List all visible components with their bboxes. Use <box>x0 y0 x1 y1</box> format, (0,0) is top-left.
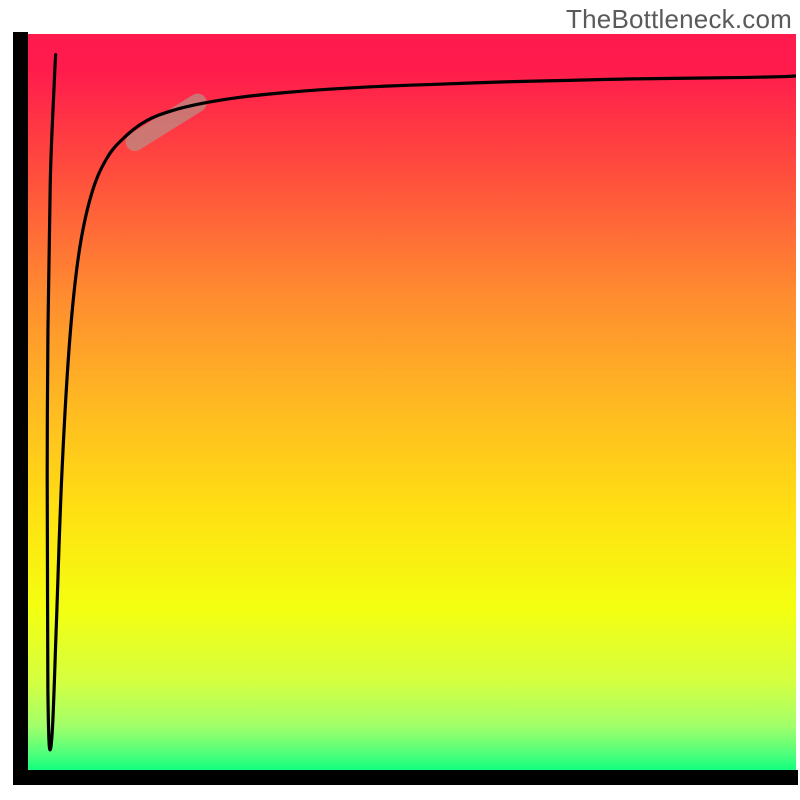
bottleneck-chart: TheBottleneck.com <box>0 0 800 800</box>
watermark-text: TheBottleneck.com <box>566 4 792 35</box>
chart-svg <box>0 0 800 800</box>
plot-area <box>28 34 796 770</box>
